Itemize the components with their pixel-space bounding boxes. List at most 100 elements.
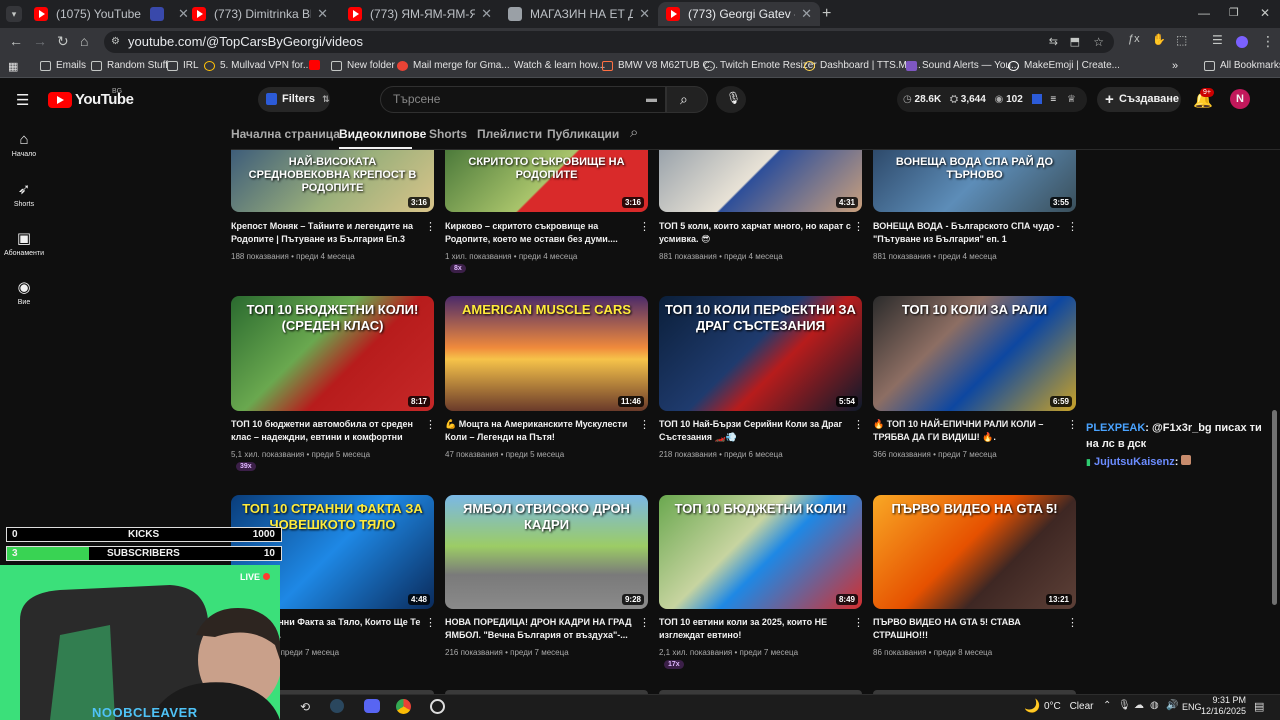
video-menu-icon[interactable]: ⋮: [639, 220, 650, 233]
bookmark-item[interactable]: Twitch Emote Resizer: [704, 60, 817, 71]
tray-app-icon[interactable]: ◍: [1150, 700, 1159, 711]
close-window-button[interactable]: ✕: [1260, 6, 1270, 20]
sidebar-item-shorts[interactable]: ➶ Shorts: [0, 180, 48, 208]
extensions-puzzle-icon[interactable]: ☰: [1212, 33, 1223, 47]
browser-tab[interactable]: (773) ЯМ-ЯМ-ЯМ-ЯМ-ЯМ ЧИП ✕: [340, 2, 500, 26]
create-button[interactable]: + Създаване: [1097, 87, 1181, 112]
bookmark-item[interactable]: Random Stuff: [91, 60, 168, 71]
volume-icon[interactable]: 🔊: [1166, 700, 1178, 711]
video-thumbnail[interactable]: ЯМБОЛ ОТВИСОКО ДРОН КАДРИ 9:28: [445, 495, 648, 609]
apps-icon[interactable]: ▦: [8, 60, 18, 73]
extension-icon[interactable]: [1031, 94, 1042, 105]
tab-home[interactable]: Начална страница: [231, 127, 340, 141]
bookmark-item[interactable]: Mail merge for Gma...: [397, 60, 510, 71]
discord-icon[interactable]: [364, 699, 380, 713]
video-thumbnail[interactable]: AMERICAN MUSCLE CARS 11:46: [445, 296, 648, 411]
bookmark-item[interactable]: Sound Alerts — You...: [906, 60, 1019, 71]
list-icon[interactable]: ≡: [1050, 94, 1056, 105]
back-icon[interactable]: ←: [9, 33, 23, 49]
video-thumbnail[interactable]: ТОП 10 БЮДЖЕТНИ КОЛИ! (СРЕДЕН КЛАС) 8:17: [231, 296, 434, 411]
clock[interactable]: 9:31 PM 12/16/2025: [1200, 695, 1246, 717]
video-menu-icon[interactable]: ⋮: [639, 418, 650, 431]
video-title[interactable]: ТОП 5 коли, които харчат много, но карат…: [659, 220, 857, 246]
video-thumbnail[interactable]: НАЙ-ВИСОКАТА СРЕДНОВЕКОВНА КРЕПОСТ В РОД…: [231, 150, 434, 212]
more-bookmarks-icon[interactable]: »: [1172, 60, 1178, 72]
site-info-icon[interactable]: ⚙: [111, 31, 120, 53]
tab-videos[interactable]: Видеоклипове: [339, 127, 426, 141]
forward-icon[interactable]: →: [33, 33, 47, 49]
close-tab-icon[interactable]: ✕: [481, 6, 492, 22]
browser-menu-icon[interactable]: ⋮: [1261, 33, 1275, 50]
bookmark-item[interactable]: Emails: [40, 60, 86, 71]
bookmark-item[interactable]: [309, 60, 325, 70]
keyboard-icon[interactable]: ▬: [646, 87, 657, 112]
video-title[interactable]: НОВА ПОРЕДИЦА! ДРОН КАДРИ НА ГРАД ЯМБОЛ.…: [445, 616, 643, 642]
extension-icon[interactable]: ✋: [1152, 33, 1166, 46]
install-icon[interactable]: ⬒: [1070, 31, 1080, 53]
reload-icon[interactable]: ↻: [57, 33, 69, 50]
video-menu-icon[interactable]: ⋮: [1067, 220, 1078, 233]
obs-icon[interactable]: [430, 699, 445, 714]
video-title[interactable]: 🔥 ТОП 10 НАЙ-ЕПИЧНИ РАЛИ КОЛИ – ТРЯБВА Д…: [873, 418, 1071, 444]
bookmark-star-icon[interactable]: ☆: [1093, 31, 1104, 53]
bookmark-item[interactable]: MakeEmoji | Create...: [1008, 60, 1120, 71]
mic-tray-icon[interactable]: 🎙: [1118, 700, 1131, 711]
close-tab-icon[interactable]: ✕: [317, 6, 328, 22]
sidebar-item-you[interactable]: ◉ Вие: [0, 278, 48, 306]
tab-posts[interactable]: Публикации: [547, 127, 619, 141]
address-bar[interactable]: ⚙ youtube.com/@TopCarsByGeorgi/videos ⇆ …: [104, 31, 1114, 53]
tab-search-button[interactable]: ▾: [6, 6, 22, 22]
home-icon[interactable]: ⌂: [80, 33, 88, 49]
tab-shorts[interactable]: Shorts: [429, 127, 467, 141]
video-title[interactable]: ВОНЕЩА ВОДА - Българското СПА чудо - "Пъ…: [873, 220, 1071, 246]
bookmark-item[interactable]: Dashboard | TTS.Mo...: [804, 60, 921, 71]
voice-search-button[interactable]: 🎙: [716, 86, 746, 113]
restore-button[interactable]: ❐: [1229, 6, 1239, 19]
menu-icon[interactable]: ☰: [16, 91, 29, 109]
video-menu-icon[interactable]: ⋮: [1067, 418, 1078, 431]
steam-icon[interactable]: [330, 699, 344, 713]
video-menu-icon[interactable]: ⋮: [853, 616, 864, 629]
video-thumbnail[interactable]: 4:31: [659, 150, 862, 212]
network-icon[interactable]: ☁: [1134, 700, 1144, 711]
bookmark-item[interactable]: New folder: [331, 60, 395, 71]
video-title[interactable]: Кирково – скритото съкровище на Родопите…: [445, 220, 643, 246]
video-thumbnail[interactable]: ТОП 10 КОЛИ ЗА РАЛИ 6:59: [873, 296, 1076, 411]
video-title[interactable]: 💪 Мощта на Американските Мускулести Коли…: [445, 418, 643, 444]
video-menu-icon[interactable]: ⋮: [1067, 616, 1078, 629]
language-indicator[interactable]: ENG: [1182, 702, 1202, 712]
bookmark-item[interactable]: BMW V8 M62TUB C...: [602, 60, 718, 71]
sidebar-item-home[interactable]: ⌂ Начало: [0, 131, 48, 158]
video-menu-icon[interactable]: ⋮: [639, 616, 650, 629]
browser-tab-active[interactable]: (773) Georgi Gatev - YouTube ✕: [658, 2, 820, 26]
extension-icon[interactable]: ƒx: [1128, 33, 1140, 45]
video-title[interactable]: Крепост Моняк – Тайните и легендите на Р…: [231, 220, 429, 246]
new-tab-button[interactable]: +: [822, 5, 831, 23]
video-thumbnail[interactable]: ТОП 10 КОЛИ ПЕРФЕКТНИ ЗА ДРАГ СЪСТЕЗАНИЯ…: [659, 296, 862, 411]
tab-playlists[interactable]: Плейлисти: [477, 127, 542, 141]
search-input[interactable]: Търсене ▬: [380, 86, 666, 113]
search-button[interactable]: ⌕: [666, 86, 708, 113]
tray-chevron-icon[interactable]: ⌃: [1103, 700, 1111, 711]
video-thumbnail[interactable]: ВОНЕЩА ВОДА СПА РАЙ ДО ТЪРНОВО 3:55: [873, 150, 1076, 212]
scrollbar-thumb[interactable]: [1272, 410, 1277, 605]
browser-tab[interactable]: (773) Dimitrinka Blagoeva-Дида ✕: [184, 2, 336, 26]
bookmark-item[interactable]: Watch & learn how...: [498, 60, 605, 71]
minimize-button[interactable]: —: [1198, 6, 1210, 20]
video-menu-icon[interactable]: ⋮: [853, 418, 864, 431]
extension-icon[interactable]: ⬚: [1176, 33, 1187, 47]
filters-button[interactable]: Filters ⇅: [258, 87, 330, 112]
bookmark-item[interactable]: 5. Mullvad VPN for...: [204, 60, 311, 71]
youtube-logo-text[interactable]: YouTube: [75, 91, 134, 108]
youtube-logo-icon[interactable]: [48, 92, 72, 108]
video-title[interactable]: ТОП 10 Най-Бързи Серийни Коли за Драг Съ…: [659, 418, 857, 444]
bookmark-item[interactable]: IRL: [167, 60, 199, 71]
video-menu-icon[interactable]: ⋮: [425, 418, 436, 431]
avatar[interactable]: N: [1230, 89, 1250, 109]
taskbar-app-icon[interactable]: ⟲: [300, 700, 310, 714]
video-thumbnail[interactable]: ТОП 10 БЮДЖЕТНИ КОЛИ! 8:49: [659, 495, 862, 609]
video-menu-icon[interactable]: ⋮: [853, 220, 864, 233]
channel-search-icon[interactable]: ⌕: [630, 124, 638, 141]
video-title[interactable]: ТОП 10 евтини коли за 2025, които НЕ изг…: [659, 616, 857, 642]
browser-tab[interactable]: ✕: [142, 2, 189, 26]
